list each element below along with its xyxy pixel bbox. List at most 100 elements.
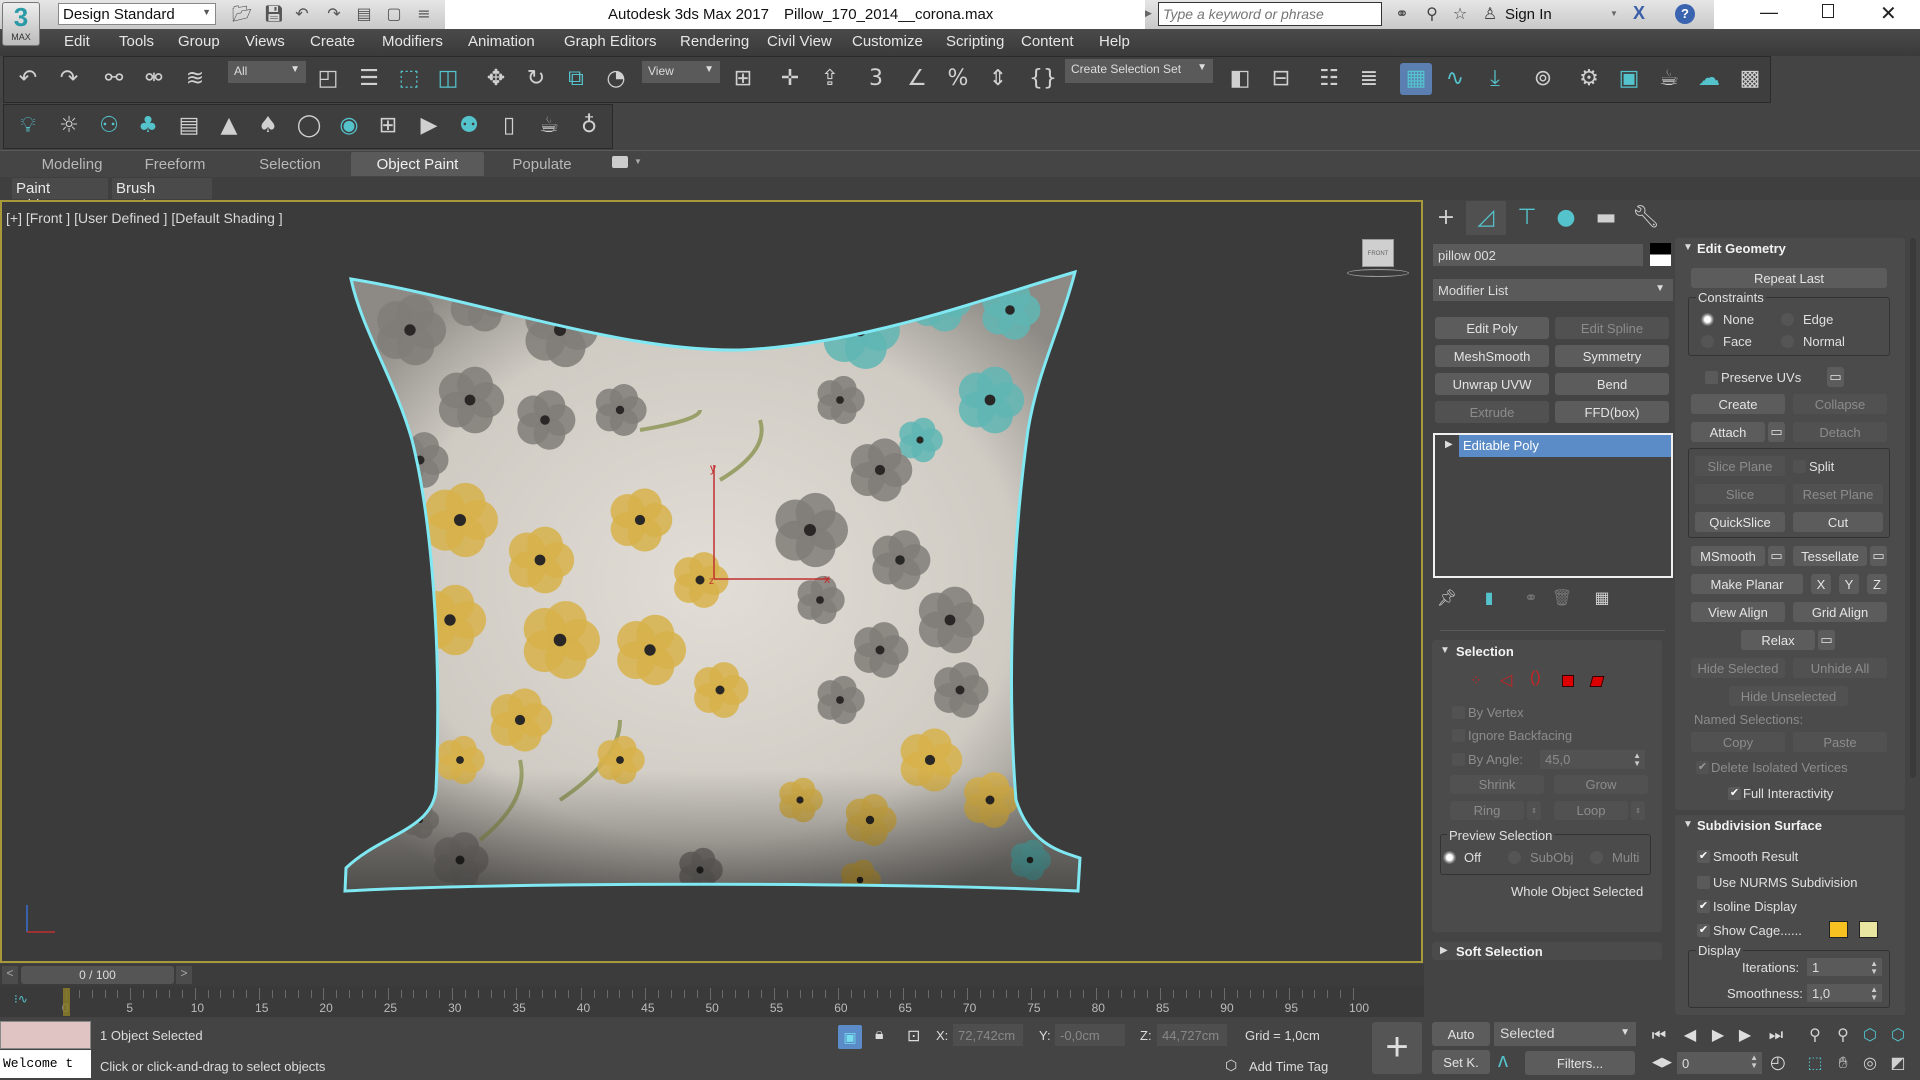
key-mode-dropdown[interactable]: Selected ▼: [1494, 1022, 1636, 1046]
spinner-arrows-icon[interactable]: ▲ ▼: [1870, 986, 1878, 1002]
isoline-display-checkbox[interactable]: ✔: [1697, 900, 1710, 913]
set-key-button[interactable]: Set K.: [1432, 1050, 1490, 1074]
paste-button[interactable]: Paste: [1793, 732, 1887, 752]
collapse-button[interactable]: Collapse: [1793, 394, 1887, 414]
show-end-result-icon[interactable]: ▮: [1477, 586, 1501, 610]
undo-icon[interactable]: ↶: [290, 2, 314, 26]
edit-named-selection-sets-icon[interactable]: {}: [1027, 63, 1059, 95]
menu-scripting[interactable]: Scripting: [946, 33, 1004, 50]
smoothness-spinner[interactable]: 1,0 ▲ ▼: [1807, 984, 1882, 1002]
repeat-last-button[interactable]: Repeat Last: [1691, 268, 1887, 288]
edit-geometry-rollout-title[interactable]: Edit Geometry: [1697, 241, 1786, 256]
select-and-manipulate-icon[interactable]: ✛: [774, 63, 806, 95]
attach-list-icon[interactable]: ▭: [1768, 422, 1785, 442]
previous-frame-icon[interactable]: ◀: [1678, 1023, 1702, 1047]
zoom-icon[interactable]: ⚲: [1803, 1023, 1827, 1047]
menu-views[interactable]: Views: [245, 33, 285, 50]
split-checkbox[interactable]: [1793, 460, 1806, 473]
make-planar-y-button[interactable]: Y: [1839, 574, 1859, 594]
maxscript-listener-output[interactable]: [0, 1021, 91, 1049]
slice-button[interactable]: Slice: [1695, 484, 1785, 504]
schematic-view-icon[interactable]: ⤓: [1479, 63, 1511, 95]
tab-freeform[interactable]: Freeform: [123, 152, 227, 176]
symmetry-modifier-button[interactable]: Symmetry: [1555, 345, 1669, 367]
curve-editor-icon[interactable]: ∿: [1439, 63, 1471, 95]
animated-camera-icon[interactable]: ⚉: [453, 110, 485, 142]
play-icon[interactable]: ▶: [1706, 1023, 1730, 1047]
render-setup-icon[interactable]: ⚙: [1573, 63, 1605, 95]
select-object-icon[interactable]: ◰: [312, 63, 344, 95]
help-icon[interactable]: ?: [1675, 4, 1695, 24]
render-frame-icon[interactable]: ▶: [413, 110, 445, 142]
menu-modifiers[interactable]: Modifiers: [382, 33, 443, 50]
zoom-region-icon[interactable]: ⬚: [1803, 1051, 1827, 1075]
select-and-link-icon[interactable]: ⚯: [98, 63, 130, 95]
percent-snap-toggle-icon[interactable]: %: [942, 63, 974, 95]
rectangular-selection-region-icon[interactable]: ⬚: [393, 63, 425, 95]
key-filters-button[interactable]: Filters...: [1525, 1051, 1635, 1075]
preview-subobj-radio[interactable]: [1508, 851, 1521, 864]
subdivision-surface-rollout-title[interactable]: Subdivision Surface: [1697, 818, 1822, 833]
relax-settings-icon[interactable]: ▭: [1818, 630, 1835, 650]
create-button[interactable]: Create: [1691, 394, 1785, 414]
y-coordinate-field[interactable]: -0,0cm: [1055, 1024, 1125, 1046]
render-production-icon[interactable]: ☕: [1653, 63, 1685, 95]
selection-filter-dropdown[interactable]: All ▼: [228, 61, 306, 83]
menu-create[interactable]: Create: [310, 33, 355, 50]
ring-button[interactable]: Ring: [1450, 801, 1524, 820]
pillow-mesh[interactable]: [340, 268, 1090, 900]
constraint-normal-radio[interactable]: [1781, 335, 1794, 348]
use-nurms-checkbox[interactable]: [1697, 876, 1710, 889]
orbit-icon[interactable]: ◎: [1858, 1051, 1882, 1075]
spinner-snap-toggle-icon[interactable]: ⇕: [982, 63, 1014, 95]
sign-in-button[interactable]: Sign In: [1505, 6, 1552, 23]
redo-icon[interactable]: ↷: [53, 63, 85, 95]
time-configuration-icon[interactable]: ◴: [1770, 1052, 1786, 1073]
tab-populate[interactable]: Populate: [490, 152, 594, 176]
selection-lock-icon[interactable]: 🔒︎: [875, 1026, 884, 1044]
material-editor-icon[interactable]: ⊚: [1527, 63, 1559, 95]
edit-poly-modifier-button[interactable]: Edit Poly: [1435, 317, 1549, 339]
reference-coordinate-dropdown[interactable]: View ▼: [642, 61, 720, 83]
meshsmooth-modifier-button[interactable]: MeshSmooth: [1435, 345, 1549, 367]
x-coordinate-field[interactable]: 72,742cm: [953, 1024, 1023, 1046]
grid-align-button[interactable]: Grid Align: [1793, 602, 1887, 622]
user-icon[interactable]: ♙: [1478, 2, 1502, 26]
make-planar-z-button[interactable]: Z: [1867, 574, 1887, 594]
z-coordinate-field[interactable]: 44,727cm: [1157, 1024, 1227, 1046]
stack-item-editable-poly[interactable]: ▶ Editable Poly: [1435, 435, 1671, 457]
chevron-down-icon[interactable]: ▼: [634, 157, 642, 166]
expand-triangle-icon[interactable]: ▶: [1440, 945, 1448, 956]
by-angle-checkbox[interactable]: [1452, 753, 1465, 766]
time-slider-prev[interactable]: <: [2, 966, 18, 984]
panel-window-icon[interactable]: ▯: [493, 110, 525, 142]
application-menu-button[interactable]: 3 MAX: [2, 2, 40, 46]
menu-graph-editors[interactable]: Graph Editors: [564, 33, 657, 50]
full-interactivity-checkbox[interactable]: ✔: [1728, 787, 1741, 800]
border-subobject-icon[interactable]: (): [1530, 669, 1541, 687]
vertex-subobject-icon[interactable]: ⁘: [1470, 672, 1482, 689]
menu-rendering[interactable]: Rendering: [680, 33, 749, 50]
object-color-swatch[interactable]: [1650, 243, 1671, 266]
unwrap-uvw-modifier-button[interactable]: Unwrap UVW: [1435, 373, 1549, 395]
unhide-all-button[interactable]: Unhide All: [1793, 658, 1887, 678]
cage-color-swatch-2[interactable]: [1859, 921, 1878, 938]
delete-isolated-checkbox[interactable]: ✔: [1696, 761, 1709, 774]
reset-plane-button[interactable]: Reset Plane: [1793, 484, 1883, 504]
zoom-all-icon[interactable]: ⚲: [1831, 1023, 1855, 1047]
constraint-edge-radio[interactable]: [1781, 313, 1794, 326]
relax-button[interactable]: Relax: [1741, 630, 1815, 650]
time-slider-thumb[interactable]: 0 / 100: [21, 966, 174, 984]
communication-center-icon[interactable]: ⚲: [1420, 2, 1444, 26]
configure-modifier-sets-icon[interactable]: ▦: [1590, 586, 1614, 610]
zoom-extents-all-icon[interactable]: ⬡: [1886, 1023, 1910, 1047]
edit-spline-modifier-button[interactable]: Edit Spline: [1555, 317, 1669, 339]
tab-modeling[interactable]: Modeling: [20, 152, 124, 176]
unlink-selection-icon[interactable]: ⚮: [138, 63, 170, 95]
modifier-stack[interactable]: ▶ Editable Poly: [1433, 433, 1673, 578]
use-pivot-point-center-icon[interactable]: ⊞: [727, 63, 759, 95]
next-frame-icon[interactable]: ▶: [1733, 1023, 1757, 1047]
tab-motion-icon[interactable]: ●: [1550, 202, 1582, 234]
soft-selection-rollout[interactable]: ▶ Soft Selection: [1432, 942, 1662, 960]
autodesk-exchange-icon[interactable]: X: [1633, 3, 1645, 24]
